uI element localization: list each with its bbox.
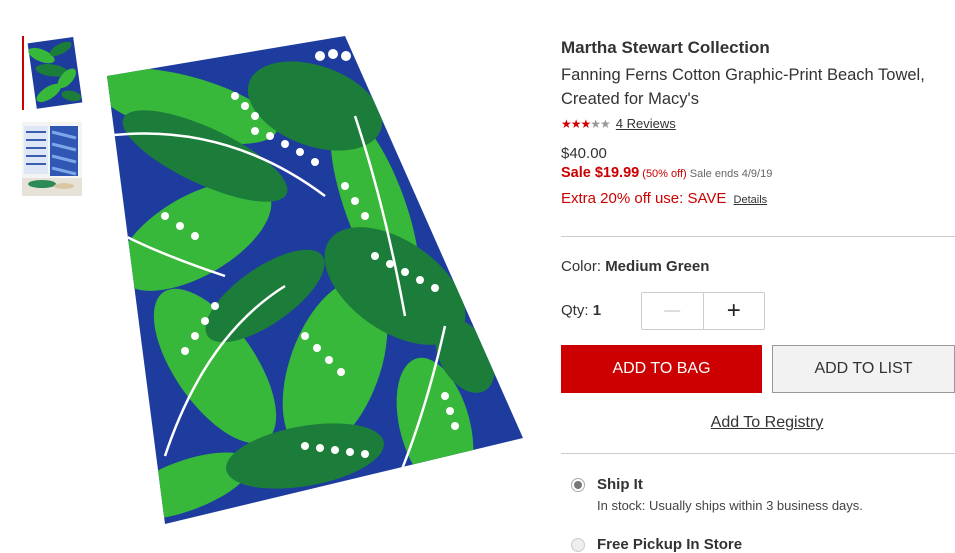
product-title-line1: Fanning Ferns Cotton Graphic-Print Beach… [561,66,925,84]
ship-it-subtitle: In stock: Usually ships within 3 busines… [597,498,863,513]
product-main-image[interactable] [105,36,525,526]
ship-it-option[interactable]: Ship It In stock: Usually ships within 3… [571,476,863,513]
divider [561,453,955,454]
brand-name[interactable]: Martha Stewart Collection [561,38,770,58]
reviews-link[interactable]: 4 Reviews [616,116,676,131]
rating-row: ★★★★★ 4 Reviews [561,116,676,131]
add-to-bag-button[interactable]: ADD TO BAG [561,345,762,393]
extra-offer: Extra 20% off use: SAVE Details [561,190,767,207]
ship-it-radio[interactable] [571,478,585,492]
pickup-option[interactable]: Free Pickup In Store [571,536,742,553]
decrement-button[interactable]: — [642,293,703,329]
color-label: Color: [561,258,602,275]
qty-row: Qty: 1 [561,302,601,319]
color-row: Color: Medium Green [561,258,709,275]
qty-value[interactable]: 1 [593,302,601,319]
divider [561,236,955,237]
add-to-registry-link[interactable]: Add To Registry [561,414,955,432]
quantity-stepper: — + [641,292,765,330]
extra-offer-text: Extra 20% off use: SAVE [561,190,727,207]
sale-row: Sale $19.99 (50% off) Sale ends 4/9/19 [561,165,772,181]
thumbnail-fern-towel[interactable] [22,36,84,110]
sale-ends: Sale ends 4/9/19 [689,168,773,180]
product-title: Fanning Ferns Cotton Graphic-Print Beach… [561,63,955,111]
sale-price: Sale $19.99 [561,165,640,181]
pickup-title: Free Pickup In Store [597,536,743,553]
sale-discount: (50% off) [642,168,687,180]
pickup-radio[interactable] [571,538,585,552]
qty-label: Qty: [561,302,589,319]
add-to-list-button[interactable]: ADD TO LIST [772,345,955,393]
plus-icon: + [726,297,741,324]
original-price: $40.00 [561,145,607,162]
color-value: Medium Green [605,258,710,275]
details-link[interactable]: Details [734,194,768,206]
star-rating-icon: ★★★★★ [561,116,611,131]
ship-it-title: Ship It [597,476,643,493]
thumbnail-blue-towel[interactable] [22,122,82,196]
product-title-line2: Created for Macy's [561,90,699,108]
minus-icon: — [664,302,681,319]
increment-button[interactable]: + [702,293,765,329]
